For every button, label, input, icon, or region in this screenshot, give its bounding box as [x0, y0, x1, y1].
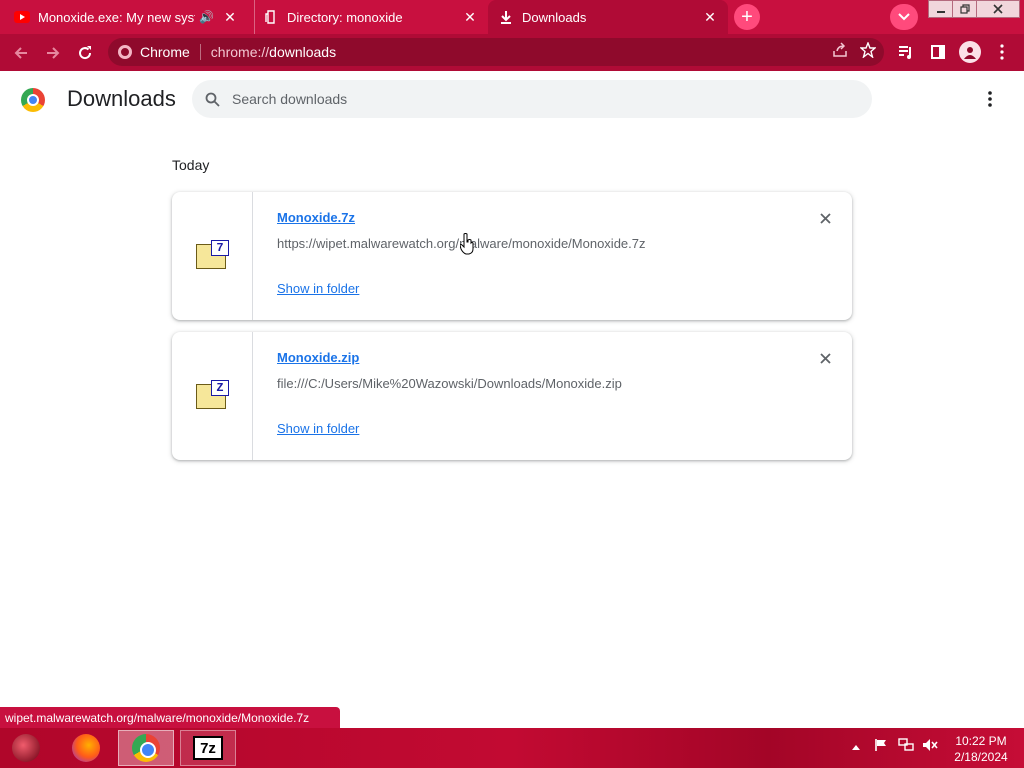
- downloads-menu-button[interactable]: [978, 87, 1002, 111]
- tab-downloads[interactable]: Downloads ✕: [488, 0, 728, 34]
- network-monitor-icon: [898, 738, 914, 751]
- file-icon-column: Z: [172, 332, 253, 460]
- download-item: Z Monoxide.zip file:///C:/Users/Mike%20W…: [172, 332, 852, 460]
- share-icon[interactable]: [832, 42, 848, 58]
- side-panel-button[interactable]: [926, 40, 950, 64]
- remove-download-button[interactable]: [815, 348, 835, 368]
- close-icon: [819, 352, 831, 364]
- close-icon: [993, 4, 1003, 14]
- tab-search-button[interactable]: [890, 4, 918, 30]
- url-path: downloads: [269, 44, 337, 60]
- page-title: Downloads: [67, 86, 176, 111]
- file-icon-column: 7: [172, 192, 253, 320]
- remove-download-button[interactable]: [815, 208, 835, 228]
- taskbar: 7z: [0, 728, 1024, 768]
- search-input[interactable]: [232, 91, 832, 107]
- youtube-icon: [14, 9, 30, 25]
- folder-page-icon: [263, 9, 279, 25]
- kebab-menu-icon: [1000, 44, 1004, 60]
- tab-monoxide-video[interactable]: Monoxide.exe: My new syste 🔊 ✕: [14, 0, 246, 34]
- download-item: 7 Monoxide.7z https://wipet.malwarewatch…: [172, 192, 852, 320]
- file-name-link[interactable]: Monoxide.zip: [277, 350, 359, 365]
- browser-menu-button[interactable]: [990, 40, 1014, 64]
- url-scheme: chrome://: [210, 44, 270, 60]
- minimize-icon: [937, 11, 945, 13]
- kebab-menu-icon: [988, 91, 992, 107]
- chrome-icon: [118, 45, 132, 59]
- back-button[interactable]: [8, 40, 34, 66]
- show-in-folder-link[interactable]: Show in folder: [277, 281, 359, 296]
- tab-label: Downloads: [522, 9, 587, 25]
- hand-cursor-icon: [460, 233, 474, 255]
- chrome-icon: [132, 734, 160, 762]
- search-icon: [192, 92, 232, 107]
- close-icon: [819, 212, 831, 224]
- speaker-muted-icon: [923, 739, 938, 751]
- taskbar-firefox[interactable]: [58, 730, 114, 766]
- archive-badge: 7: [211, 240, 229, 256]
- download-icon: [498, 9, 514, 25]
- site-chip[interactable]: Chrome: [108, 44, 201, 60]
- site-chip-label: Chrome: [140, 44, 190, 60]
- taskbar-7zip[interactable]: 7z: [180, 730, 236, 766]
- playlist-icon: [899, 46, 911, 59]
- profile-avatar-icon: [959, 41, 981, 63]
- chevron-up-icon: [852, 745, 860, 750]
- archive-zip-icon: Z: [196, 380, 229, 410]
- browser-titlebar: Monoxide.exe: My new syste 🔊 ✕ Directory…: [0, 0, 1024, 34]
- new-tab-button[interactable]: +: [734, 4, 760, 30]
- close-tab-icon[interactable]: ✕: [460, 7, 480, 27]
- file-source-url: file:///C:/Users/Mike%20Wazowski/Downloa…: [277, 376, 622, 391]
- network-icon[interactable]: [898, 738, 914, 755]
- archive-7z-icon: 7: [196, 240, 229, 270]
- file-name-link[interactable]: Monoxide.7z: [277, 210, 355, 225]
- chevron-down-icon: [898, 13, 910, 21]
- downloads-header: Downloads: [0, 71, 1024, 127]
- flag-icon: [875, 739, 886, 751]
- show-in-folder-link[interactable]: Show in folder: [277, 421, 359, 436]
- tab-label: Directory: monoxide: [287, 9, 403, 25]
- arrow-right-icon: [47, 47, 60, 59]
- bookmark-star-icon[interactable]: [860, 42, 876, 58]
- action-center-icon[interactable]: [874, 738, 888, 755]
- chrome-logo-icon: [21, 88, 45, 112]
- start-orb-icon: [12, 734, 40, 762]
- taskbar-clock[interactable]: 10:22 PM 2/18/2024: [950, 733, 1012, 765]
- search-downloads-box[interactable]: [192, 80, 872, 118]
- show-hidden-icons-button[interactable]: [852, 738, 860, 753]
- firefox-icon: [72, 734, 100, 762]
- archive-badge: Z: [211, 380, 229, 396]
- reload-icon: [79, 46, 92, 60]
- clock-time: 10:22 PM: [955, 734, 1007, 748]
- speaker-icon[interactable]: 🔊: [199, 10, 214, 24]
- arrow-left-icon: [14, 47, 27, 59]
- close-window-button[interactable]: [976, 0, 1020, 18]
- close-tab-icon[interactable]: ✕: [700, 7, 720, 27]
- link-status-bar: wipet.malwarewatch.org/malware/monoxide/…: [0, 707, 340, 728]
- close-tab-icon[interactable]: ✕: [220, 7, 240, 27]
- forward-button[interactable]: [40, 40, 66, 66]
- volume-icon[interactable]: [922, 738, 938, 755]
- date-heading: Today: [172, 157, 210, 173]
- clock-date: 2/18/2024: [954, 750, 1008, 764]
- url-text[interactable]: chrome://downloads: [201, 44, 336, 60]
- reload-button[interactable]: [72, 40, 98, 66]
- tab-label: Monoxide.exe: My new syste: [38, 9, 196, 25]
- minimize-button[interactable]: [928, 0, 954, 18]
- tab-directory-monoxide[interactable]: Directory: monoxide ✕: [254, 0, 486, 34]
- profile-button[interactable]: [958, 40, 982, 64]
- address-bar[interactable]: Chrome chrome://downloads: [108, 38, 884, 66]
- 7zip-icon: 7z: [193, 736, 223, 760]
- reading-list-button[interactable]: [894, 40, 918, 64]
- start-button[interactable]: [4, 730, 48, 766]
- side-panel-icon: [931, 45, 945, 59]
- restore-icon: [960, 4, 970, 14]
- restore-button[interactable]: [952, 0, 978, 18]
- taskbar-chrome[interactable]: [118, 730, 174, 766]
